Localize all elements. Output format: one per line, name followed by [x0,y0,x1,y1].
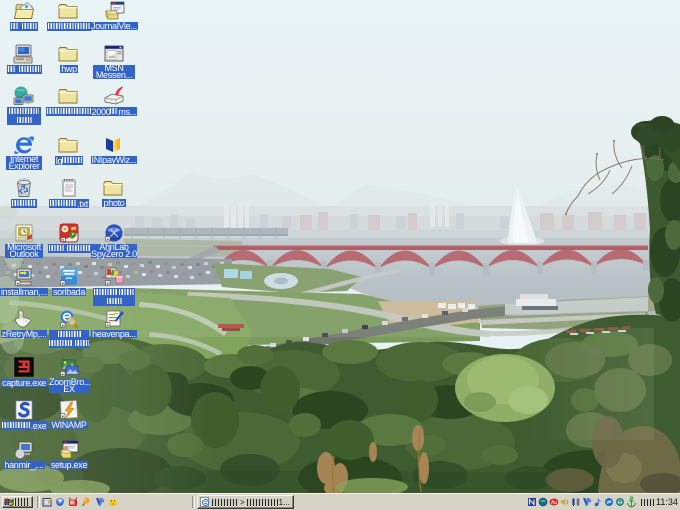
svg-text:Au: Au [551,500,557,506]
